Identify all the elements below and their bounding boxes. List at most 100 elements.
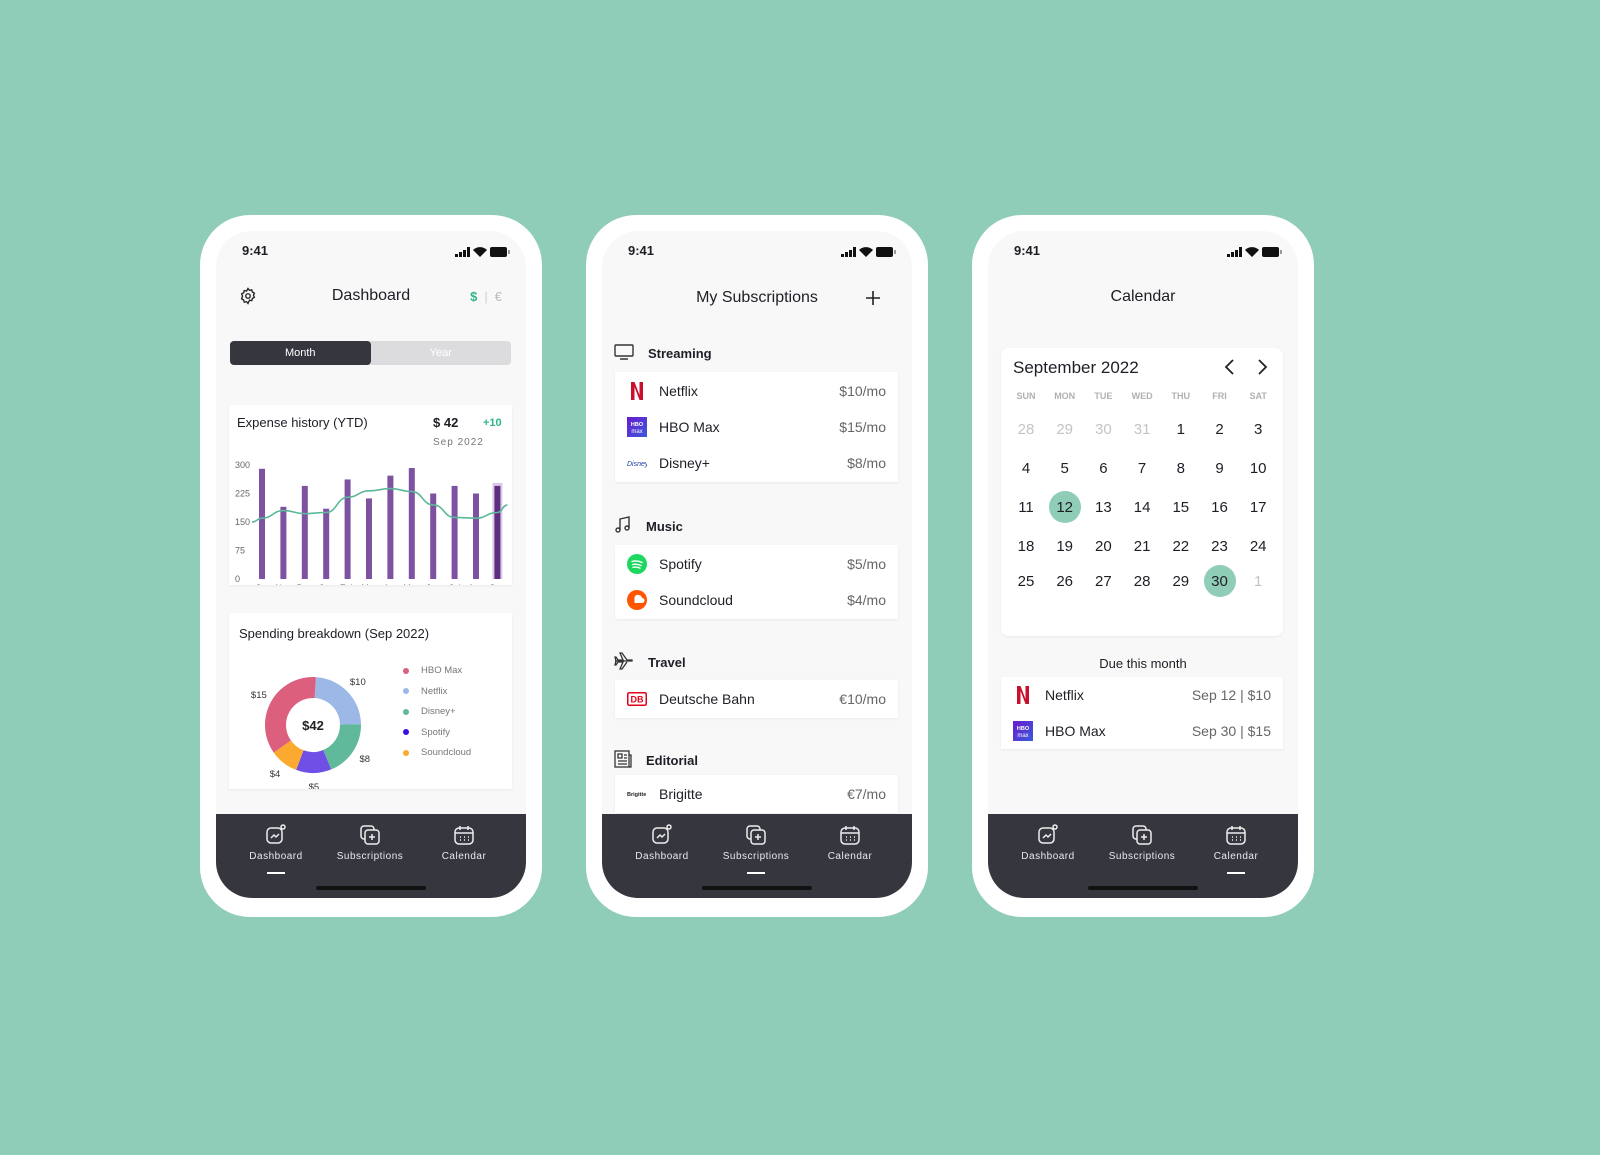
bar-may[interactable]: [408, 468, 415, 579]
bar-mar[interactable]: [366, 498, 372, 579]
nav-item-calendar[interactable]: Calendar: [803, 824, 897, 862]
calendar-day[interactable]: 25: [1010, 565, 1042, 597]
calendar-day[interactable]: 26: [1049, 565, 1081, 597]
nav-item-calendar[interactable]: Calendar: [1189, 824, 1283, 874]
bar-apr[interactable]: [387, 475, 394, 579]
calendar-day[interactable]: 16: [1204, 491, 1236, 523]
nav-item-subscriptions[interactable]: Subscriptions: [323, 824, 417, 862]
currency-usd-toggle[interactable]: $: [470, 289, 477, 304]
svg-text:max: max: [631, 429, 642, 435]
subscription-name: Brigitte: [659, 786, 703, 802]
calendar-day[interactable]: 11: [1010, 491, 1042, 523]
add-subscription-plus-icon[interactable]: [864, 289, 882, 312]
bar-jun[interactable]: [430, 493, 437, 580]
calendar-day[interactable]: 15: [1165, 491, 1197, 523]
legend-dot: [403, 749, 409, 756]
calendar-day[interactable]: 2: [1204, 413, 1236, 445]
bar-oct[interactable]: [259, 468, 265, 579]
calendar-day[interactable]: 7: [1126, 452, 1158, 484]
subscription-price: $4/mo: [847, 592, 886, 608]
calendar-day[interactable]: 19: [1049, 530, 1081, 562]
bar-jul[interactable]: [451, 485, 458, 579]
bar-sep[interactable]: [494, 485, 501, 579]
section-music: Music: [614, 516, 683, 537]
calendar-day[interactable]: 10: [1242, 452, 1274, 484]
calendar-day[interactable]: 22: [1165, 530, 1197, 562]
subscription-row-disney[interactable]: Disney+ Disney+ $8/mo: [615, 445, 898, 481]
subscription-row-netflix[interactable]: Netflix $10/mo: [615, 373, 898, 409]
subscription-row-hbomax[interactable]: HBO max HBO Max $15/mo: [615, 409, 898, 445]
subscription-name: Deutsche Bahn: [659, 691, 755, 707]
chart-icon: [229, 824, 323, 846]
month-tab[interactable]: Month: [230, 341, 371, 365]
calendar-day[interactable]: 21: [1126, 530, 1158, 562]
currency-eur-toggle[interactable]: €: [495, 289, 502, 304]
calendar-day[interactable]: 24: [1242, 530, 1274, 562]
calendar-day[interactable]: 28: [1126, 565, 1158, 597]
calendar-day[interactable]: 1: [1242, 565, 1274, 597]
calendar-day[interactable]: 30: [1087, 413, 1119, 445]
slice-disney[interactable]: [323, 724, 361, 770]
nav-item-calendar[interactable]: Calendar: [417, 824, 511, 862]
nav-item-subscriptions[interactable]: Subscriptions: [1095, 824, 1189, 862]
calendar-day[interactable]: 13: [1087, 491, 1119, 523]
subscription-row-spotify[interactable]: Spotify $5/mo: [615, 546, 898, 582]
nav-item-subscriptions[interactable]: Subscriptions: [709, 824, 803, 874]
year-tab[interactable]: Year: [371, 341, 512, 365]
calendar-day[interactable]: 20: [1087, 530, 1119, 562]
slice-label: $15: [251, 690, 267, 701]
calendar-day[interactable]: 1: [1165, 413, 1197, 445]
brigitte-logo: Brigitte: [627, 790, 647, 798]
weekday-label: WED: [1131, 391, 1153, 401]
calendar-screen: 9:41 Calendar September 2022 SUN MON TUE WE…: [988, 231, 1298, 898]
bar-jan[interactable]: [323, 508, 330, 579]
calendar-day-highlighted[interactable]: 12: [1048, 491, 1081, 523]
calendar-day[interactable]: 4: [1010, 452, 1042, 484]
calendar-day[interactable]: 29: [1049, 413, 1081, 445]
calendar-day[interactable]: 29: [1165, 565, 1197, 597]
x-tick-label: Dec: [297, 583, 314, 585]
calendar-day[interactable]: 28: [1010, 413, 1042, 445]
subscription-row-soundcloud[interactable]: Soundcloud $4/mo: [615, 582, 898, 618]
nav-label: Calendar: [441, 851, 487, 862]
calendar-day[interactable]: 27: [1087, 565, 1119, 597]
bar-aug[interactable]: [473, 493, 479, 580]
slice-label: $4: [270, 769, 281, 780]
calendar-day[interactable]: 6: [1087, 452, 1119, 484]
section-streaming: Streaming: [614, 344, 712, 363]
calendar-day[interactable]: 31: [1126, 413, 1158, 445]
bar-feb[interactable]: [344, 479, 351, 579]
nav-item-dashboard[interactable]: Dashboard: [1001, 824, 1095, 862]
calendar-day[interactable]: 8: [1165, 452, 1197, 484]
calendar-day[interactable]: 18: [1010, 530, 1042, 562]
due-row-hbomax[interactable]: HBO max HBO Max Sep 30 | $15: [1001, 713, 1283, 749]
netflix-logo: [1013, 686, 1033, 704]
nav-item-dashboard[interactable]: Dashboard: [229, 824, 323, 874]
subscription-price: $5/mo: [847, 556, 886, 572]
active-tab-indicator: [267, 872, 285, 874]
legend-item: Spotify: [403, 727, 450, 738]
calendar-day[interactable]: 17: [1242, 491, 1274, 523]
legend-dot: [403, 729, 409, 735]
nav-item-dashboard[interactable]: Dashboard: [615, 824, 709, 862]
x-tick-label: Apr: [383, 583, 397, 585]
bar-dec[interactable]: [301, 485, 308, 579]
weekday-label: THU: [1171, 391, 1191, 401]
status-time: 9:41: [1014, 243, 1041, 258]
bar-nov[interactable]: [280, 506, 287, 579]
subscription-row-db[interactable]: DB Deutsche Bahn €10/mo: [615, 681, 898, 717]
subscription-price: $10/mo: [839, 383, 886, 399]
status-icons: [1227, 244, 1282, 262]
calendar-day[interactable]: 5: [1049, 452, 1081, 484]
tv-icon: [614, 344, 634, 363]
calendar-day[interactable]: 14: [1126, 491, 1158, 523]
subscription-row-brigitte[interactable]: Brigitte Brigitte €7/mo: [615, 776, 898, 812]
calendar-day-highlighted[interactable]: 30: [1203, 565, 1236, 597]
calendar-day[interactable]: 9: [1204, 452, 1236, 484]
prev-month-chevron-left-icon[interactable]: [1223, 358, 1237, 381]
due-row-netflix[interactable]: Netflix Sep 12 | $10: [1001, 677, 1283, 713]
next-month-chevron-right-icon[interactable]: [1255, 358, 1269, 381]
calendar-day[interactable]: 23: [1204, 530, 1236, 562]
calendar-day[interactable]: 3: [1242, 413, 1274, 445]
active-tab-indicator: [747, 872, 765, 874]
